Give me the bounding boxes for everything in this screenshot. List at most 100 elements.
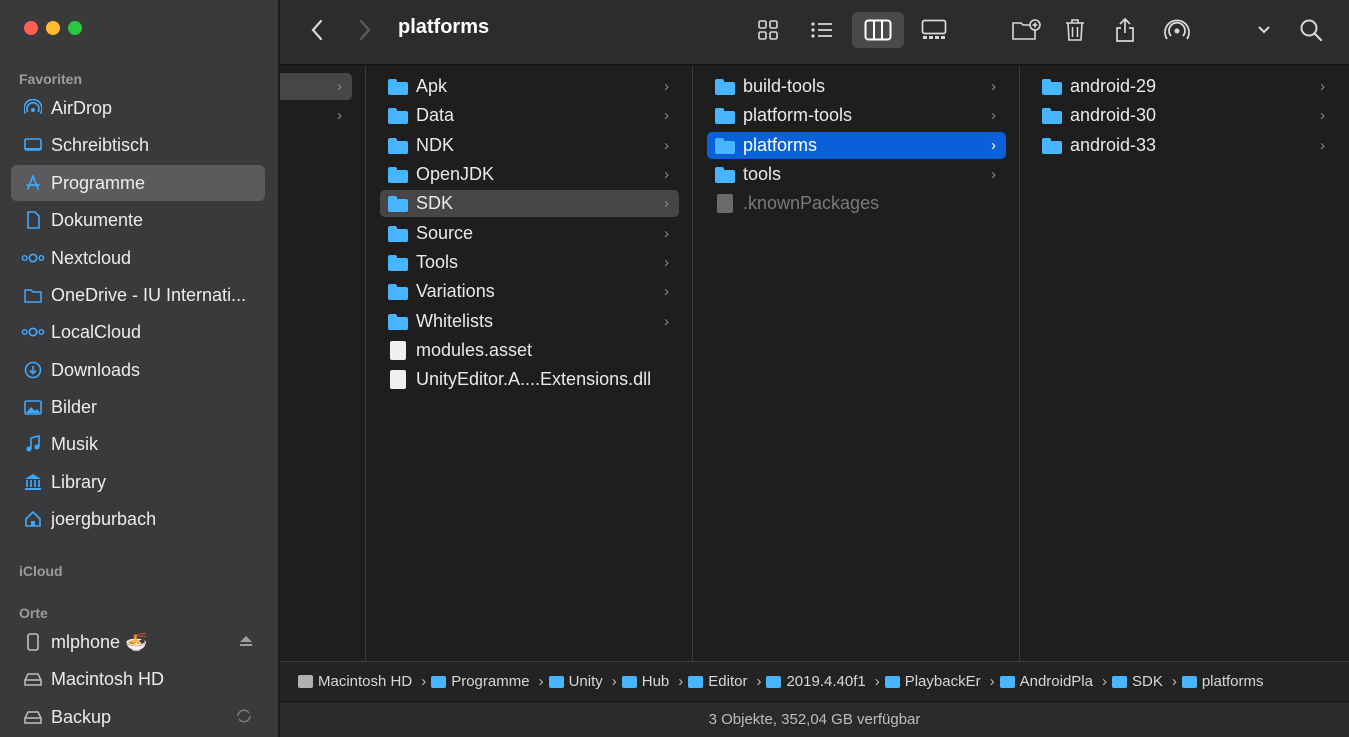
list-item[interactable]: modules.asset — [380, 337, 679, 364]
folder-icon — [388, 137, 408, 154]
sidebar-item-label: Macintosh HD — [51, 668, 165, 689]
path-segment[interactable]: Programme — [431, 673, 530, 690]
new-folder-icon — [1012, 19, 1041, 40]
path-separator: › — [756, 673, 762, 690]
sidebar-item-label: Dokumente — [51, 209, 144, 230]
close-window-button[interactable] — [24, 21, 38, 35]
sidebar-item-music[interactable]: Musik — [11, 426, 265, 462]
path-segment[interactable]: Editor — [688, 673, 747, 690]
folder-icon — [715, 166, 735, 183]
disk-icon — [21, 710, 45, 724]
sidebar-item-applications[interactable]: Programme — [11, 165, 265, 201]
sidebar-item-desktop[interactable]: Schreibtisch — [11, 127, 265, 163]
column-browser: › › Apk › Data › NDK › OpenJDK › SDK › Source… — [280, 66, 1349, 661]
list-item[interactable]: tools › — [707, 161, 1006, 188]
applications-icon — [21, 174, 45, 192]
path-segment[interactable]: platforms — [1181, 673, 1264, 690]
sidebar-item-library[interactable]: Library — [11, 464, 265, 500]
toolbar: platforms — [280, 0, 1349, 65]
sidebar-item-downloads[interactable]: Downloads — [11, 352, 265, 388]
path-segment[interactable]: Macintosh HD — [298, 673, 412, 690]
window-controls — [24, 21, 82, 35]
chevron-right-icon: › — [991, 107, 996, 124]
sidebar-item-macintosh-hd[interactable]: Macintosh HD — [11, 661, 265, 697]
list-item-platforms[interactable]: platforms › — [707, 132, 1006, 159]
path-segment[interactable]: PlaybackEr — [884, 673, 981, 690]
path-separator: › — [538, 673, 544, 690]
gallery-view-button[interactable] — [916, 12, 952, 48]
library-icon — [21, 473, 45, 491]
sidebar-item-localcloud[interactable]: LocalCloud — [11, 314, 265, 350]
chevron-right-icon: › — [1320, 78, 1325, 95]
list-item[interactable]: OpenJDK › — [380, 161, 679, 188]
phone-icon — [21, 633, 45, 651]
chevron-right-icon: › — [664, 107, 669, 124]
search-button[interactable] — [1296, 12, 1326, 48]
sidebar-item-label: Library — [51, 471, 107, 492]
sidebar-item-mlphone[interactable]: mlphone 🍜 — [11, 624, 265, 660]
list-item[interactable]: Tools › — [380, 249, 679, 276]
folder-icon — [388, 254, 408, 271]
eject-icon[interactable] — [239, 634, 253, 650]
list-item[interactable]: › — [280, 73, 352, 100]
status-bar: 3 Objekte, 352,04 GB verfügbar — [280, 701, 1349, 737]
sidebar-item-documents[interactable]: Dokumente — [11, 202, 265, 238]
list-icon — [811, 22, 832, 38]
sidebar-item-label: LocalCloud — [51, 321, 142, 342]
folder-icon — [621, 675, 637, 688]
sidebar-item-label: joergburbach — [51, 508, 157, 529]
list-view-button[interactable] — [804, 12, 840, 48]
list-item[interactable]: build-tools › — [707, 73, 1006, 100]
share-icon — [1116, 17, 1134, 42]
sidebar-item-label: Programme — [51, 172, 146, 193]
path-segment[interactable]: SDK — [1111, 673, 1163, 690]
path-segment[interactable]: Unity — [548, 673, 603, 690]
column-view-button[interactable] — [852, 12, 904, 48]
list-item[interactable]: NDK › — [380, 132, 679, 159]
path-separator: › — [1101, 673, 1107, 690]
list-item[interactable]: Source › — [380, 220, 679, 247]
list-item[interactable]: › — [280, 102, 352, 129]
search-icon — [1300, 19, 1323, 42]
minimize-window-button[interactable] — [46, 21, 60, 35]
path-segment[interactable]: 2019.4.40f1 — [766, 673, 866, 690]
new-folder-button[interactable] — [1008, 12, 1044, 48]
chevron-right-icon: › — [664, 137, 669, 154]
list-item[interactable]: Variations › — [380, 278, 679, 305]
list-item[interactable]: android-33 › — [1034, 132, 1335, 159]
sidebar-item-label: Musik — [51, 433, 99, 454]
icon-view-button[interactable] — [750, 12, 786, 48]
disk-icon — [298, 675, 313, 688]
list-item[interactable]: Whitelists › — [380, 308, 679, 335]
airdrop-icon — [1164, 19, 1190, 40]
list-item[interactable]: .knownPackages — [707, 190, 1006, 217]
airdrop-button[interactable] — [1160, 12, 1194, 48]
nextcloud-icon — [21, 252, 45, 264]
list-item[interactable]: android-30 › — [1034, 102, 1335, 129]
list-item[interactable]: Data › — [380, 102, 679, 129]
back-button[interactable] — [304, 12, 330, 48]
path-segment[interactable]: Hub — [621, 673, 669, 690]
zoom-window-button[interactable] — [68, 21, 82, 35]
more-dropdown-button[interactable] — [1252, 12, 1276, 48]
list-item-sdk[interactable]: SDK › — [380, 190, 679, 217]
path-segment[interactable]: AndroidPla — [999, 673, 1093, 690]
sidebar-item-home[interactable]: joergburbach — [11, 501, 265, 537]
list-item[interactable]: Apk › — [380, 73, 679, 100]
share-button[interactable] — [1110, 12, 1140, 48]
sidebar-item-label: mlphone 🍜 — [51, 631, 148, 652]
list-item[interactable]: UnityEditor.A....Extensions.dll — [380, 366, 679, 393]
download-icon — [21, 361, 45, 379]
forward-button[interactable] — [352, 12, 378, 48]
sidebar-item-onedrive[interactable]: OneDrive - IU Internati... — [11, 277, 265, 313]
column-platforms: android-29 › android-30 › android-33 › — [1020, 66, 1349, 661]
sidebar-item-pictures[interactable]: Bilder — [11, 389, 265, 425]
trash-button[interactable] — [1060, 12, 1090, 48]
sidebar-item-label: Bilder — [51, 396, 98, 417]
folder-icon — [766, 675, 782, 688]
sidebar-item-nextcloud[interactable]: Nextcloud — [11, 240, 265, 276]
list-item[interactable]: platform-tools › — [707, 102, 1006, 129]
sidebar-item-backup[interactable]: Backup — [11, 699, 265, 735]
sidebar-item-airdrop[interactable]: AirDrop — [11, 90, 265, 126]
list-item[interactable]: android-29 › — [1034, 73, 1335, 100]
